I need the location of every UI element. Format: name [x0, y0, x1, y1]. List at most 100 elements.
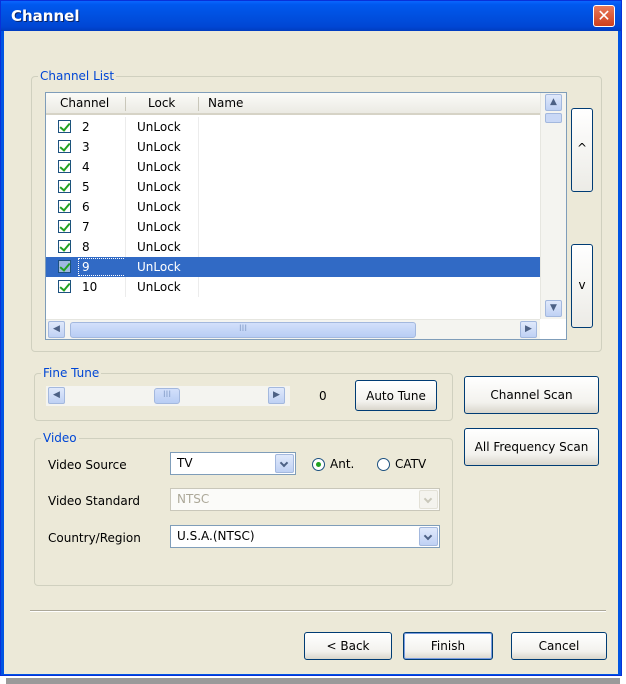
- row-checkbox[interactable]: [58, 200, 71, 213]
- lock-status: UnLock: [137, 140, 181, 154]
- cell-divider: [198, 277, 199, 297]
- table-row[interactable]: 7 UnLock: [46, 217, 540, 237]
- dropdown-button[interactable]: [419, 527, 438, 546]
- row-checkbox[interactable]: [58, 220, 71, 233]
- cell-divider: [125, 177, 126, 197]
- horizontal-scroll-thumb[interactable]: III: [70, 322, 416, 338]
- country-region-value: U.S.A.(NTSC): [177, 529, 255, 543]
- channel-number: 5: [82, 180, 90, 194]
- lock-status: UnLock: [137, 120, 181, 134]
- cell-divider: [125, 157, 126, 177]
- antenna-radio[interactable]: [312, 458, 325, 471]
- video-source-select[interactable]: TV: [170, 452, 296, 475]
- cancel-button[interactable]: Cancel: [511, 632, 607, 660]
- table-row[interactable]: 8 UnLock: [46, 237, 540, 257]
- video-source-label: Video Source: [48, 458, 127, 472]
- cell-divider: [198, 177, 199, 197]
- list-vertical-scrollbar[interactable]: ▲ ▼: [540, 93, 566, 319]
- arrow-left-icon: ◀: [53, 390, 60, 400]
- table-row[interactable]: 6 UnLock: [46, 197, 540, 217]
- fine-tune-right-button[interactable]: ▶: [268, 387, 285, 404]
- chevron-down-icon: [423, 494, 433, 504]
- chevron-down-icon: [279, 458, 289, 468]
- back-button[interactable]: < Back: [304, 632, 392, 660]
- fine-tune-left-button[interactable]: ◀: [48, 387, 65, 404]
- table-row[interactable]: 10 UnLock: [46, 277, 540, 297]
- country-region-select[interactable]: U.S.A.(NTSC): [170, 525, 440, 548]
- cell-divider: [198, 137, 199, 157]
- caret-down-icon: v: [578, 278, 586, 292]
- footer-divider: [30, 610, 606, 612]
- row-checkbox[interactable]: [58, 160, 71, 173]
- caret-up-icon: ^: [576, 141, 588, 155]
- channel-number: 2: [82, 120, 90, 134]
- close-icon: ✕: [597, 6, 611, 25]
- channel-list-view[interactable]: Channel Lock Name 2 UnLock 3 UnLock 4 Un…: [45, 92, 567, 340]
- move-up-button[interactable]: ^: [571, 108, 593, 192]
- cell-divider: [125, 237, 126, 257]
- title-bar[interactable]: Channel ✕: [1, 1, 621, 31]
- channel-number: 9: [82, 260, 90, 274]
- close-button[interactable]: ✕: [593, 5, 615, 27]
- cell-divider: [125, 217, 126, 237]
- channel-number: 6: [82, 200, 90, 214]
- antenna-radio-label[interactable]: Ant.: [330, 457, 354, 471]
- lock-status: UnLock: [137, 200, 181, 214]
- row-checkbox[interactable]: [58, 260, 71, 273]
- column-divider[interactable]: [125, 97, 126, 111]
- video-group-label: Video: [41, 431, 79, 445]
- channel-scan-button[interactable]: Channel Scan: [464, 376, 599, 414]
- catv-radio[interactable]: [377, 458, 390, 471]
- fine-tune-thumb[interactable]: III: [154, 388, 180, 404]
- country-region-label: Country/Region: [48, 531, 141, 545]
- all-frequency-scan-button[interactable]: All Frequency Scan: [464, 428, 599, 466]
- fine-tune-slider[interactable]: ◀ III ▶: [46, 386, 290, 406]
- scroll-down-button[interactable]: ▼: [545, 300, 562, 317]
- column-header-channel[interactable]: Channel: [60, 96, 109, 110]
- vertical-scroll-thumb[interactable]: [545, 113, 562, 123]
- video-source-value: TV: [177, 456, 193, 470]
- catv-radio-label[interactable]: CATV: [395, 457, 426, 471]
- grip-icon: III: [163, 390, 171, 400]
- row-checkbox[interactable]: [58, 120, 71, 133]
- table-row[interactable]: 3 UnLock: [46, 137, 540, 157]
- scroll-left-button[interactable]: ◀: [48, 321, 65, 338]
- scroll-right-button[interactable]: ▶: [520, 321, 537, 338]
- column-header-lock[interactable]: Lock: [148, 96, 175, 110]
- table-row[interactable]: 4 UnLock: [46, 157, 540, 177]
- column-header-name[interactable]: Name: [208, 96, 243, 110]
- video-standard-label: Video Standard: [48, 494, 141, 508]
- arrow-left-icon: ◀: [53, 324, 60, 334]
- cell-divider: [125, 117, 126, 137]
- dropdown-button[interactable]: [275, 454, 294, 473]
- move-down-button[interactable]: v: [571, 244, 593, 328]
- row-checkbox[interactable]: [58, 280, 71, 293]
- cell-divider: [125, 197, 126, 217]
- window-shadow-strip: [6, 678, 620, 684]
- row-checkbox[interactable]: [58, 180, 71, 193]
- finish-button[interactable]: Finish: [403, 632, 493, 660]
- lock-status: UnLock: [137, 280, 181, 294]
- table-row[interactable]: 5 UnLock: [46, 177, 540, 197]
- dropdown-button: [419, 490, 438, 509]
- list-header: Channel Lock Name: [46, 93, 540, 115]
- list-horizontal-scrollbar[interactable]: ◀ III ▶: [46, 319, 540, 339]
- channel-number: 7: [82, 220, 90, 234]
- channel-number: 8: [82, 240, 90, 254]
- lock-status: UnLock: [137, 160, 181, 174]
- lock-status: UnLock: [137, 180, 181, 194]
- row-checkbox[interactable]: [58, 140, 71, 153]
- lock-status: UnLock: [137, 240, 181, 254]
- scroll-up-button[interactable]: ▲: [545, 94, 562, 111]
- row-checkbox[interactable]: [58, 240, 71, 253]
- arrow-right-icon: ▶: [273, 390, 280, 400]
- lock-status: UnLock: [137, 260, 181, 274]
- cell-divider: [198, 237, 199, 257]
- table-row[interactable]: 2 UnLock: [46, 117, 540, 137]
- cell-divider: [125, 277, 126, 297]
- table-row-selected[interactable]: 9 UnLock: [46, 257, 540, 277]
- channel-list-group-label: Channel List: [38, 69, 117, 83]
- auto-tune-button[interactable]: Auto Tune: [355, 380, 437, 411]
- lock-status: UnLock: [137, 220, 181, 234]
- column-divider[interactable]: [198, 97, 199, 111]
